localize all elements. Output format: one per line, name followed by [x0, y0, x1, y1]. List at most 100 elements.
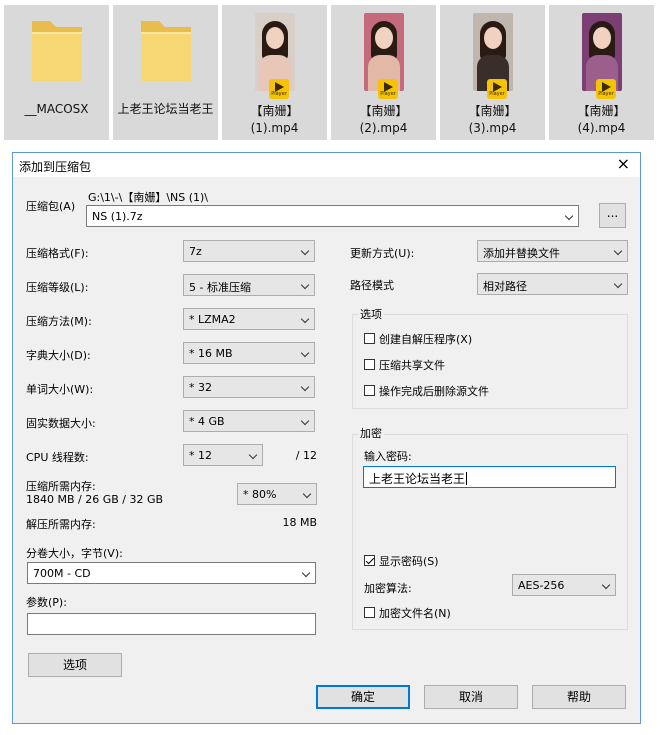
mem-usage-select[interactable]: * 80%	[237, 483, 317, 505]
delete-after-label: 操作完成后删除源文件	[379, 385, 489, 398]
folder-icon	[141, 21, 191, 81]
file-name: __MACOSX	[24, 102, 89, 116]
archive-path: G:\1\-\【南姗】\NS (1)\	[88, 191, 209, 204]
path-mode-label: 路径模式	[350, 279, 394, 292]
dict-value: * 16 MB	[189, 347, 233, 360]
sfx-label: 创建自解压程序(X)	[379, 333, 473, 346]
mem-compress-detail: 1840 MB / 26 GB / 32 GB	[26, 493, 164, 506]
level-value: 5 - 标准压缩	[189, 281, 251, 294]
password-label: 输入密码:	[364, 450, 412, 463]
player-badge-icon: Player	[596, 79, 616, 99]
encryption-method-value: AES-256	[518, 579, 565, 592]
file-name-line1: 【南姗】	[468, 104, 517, 118]
file-item-folder[interactable]: 上老王论坛当老王	[113, 5, 218, 140]
shared-files-label: 压缩共享文件	[379, 359, 445, 372]
chevron-down-icon	[248, 450, 258, 460]
file-name-line2: (3).mp4	[468, 121, 517, 135]
options-button[interactable]: 选项	[28, 653, 122, 677]
threads-select[interactable]: * 12	[183, 444, 263, 466]
password-input[interactable]: 上老王论坛当老王	[363, 466, 616, 488]
volume-combo[interactable]: 700M - CD	[27, 562, 316, 584]
cancel-button[interactable]: 取消	[424, 685, 518, 709]
dict-label: 字典大小(D):	[26, 349, 91, 362]
path-mode-select[interactable]: 相对路径	[477, 273, 628, 295]
file-item-macosx[interactable]: __MACOSX	[4, 5, 109, 140]
options-group-title: 选项	[358, 306, 384, 322]
threads-label: CPU 线程数:	[26, 451, 89, 464]
format-label: 压缩格式(F):	[26, 247, 89, 260]
file-name-line1: 【南姗】	[359, 104, 408, 118]
chevron-down-icon	[300, 416, 310, 426]
update-mode-label: 更新方式(U):	[350, 247, 415, 260]
player-badge-icon: Player	[269, 79, 289, 99]
archive-label: 压缩包(A)	[26, 200, 76, 213]
show-password-label: 显示密码(S)	[379, 555, 439, 568]
help-button[interactable]: 帮助	[532, 685, 626, 709]
chevron-down-icon	[613, 279, 623, 289]
mem-decompress-value: 18 MB	[282, 516, 317, 529]
file-name-line2: (1).mp4	[250, 121, 299, 135]
file-name-line1: 【南姗】	[577, 104, 626, 118]
format-value: 7z	[189, 245, 202, 258]
params-label: 参数(P):	[26, 596, 67, 609]
threads-max: / 12	[295, 449, 317, 462]
mem-decompress-label: 解压所需内存:	[26, 518, 96, 531]
path-mode-value: 相对路径	[483, 280, 527, 293]
chevron-down-icon	[300, 246, 310, 256]
chevron-down-icon	[601, 580, 611, 590]
archive-name-combo[interactable]: NS (1).7z	[86, 205, 579, 227]
player-badge-icon: Player	[487, 79, 507, 99]
threads-value: * 12	[189, 449, 212, 462]
file-name: 上老王论坛当老王	[117, 102, 214, 116]
chevron-down-icon	[301, 568, 311, 578]
title-bar[interactable]: 添加到压缩包 ×	[13, 153, 640, 177]
mem-compress-label: 压缩所需内存:	[26, 480, 96, 493]
update-mode-select[interactable]: 添加并替换文件	[477, 240, 628, 262]
method-label: 压缩方法(M):	[26, 315, 92, 328]
solid-value: * 4 GB	[189, 415, 225, 428]
delete-after-checkbox[interactable]	[364, 385, 375, 396]
solid-select[interactable]: * 4 GB	[183, 410, 315, 432]
show-password-checkbox[interactable]	[364, 555, 375, 566]
chevron-down-icon	[564, 211, 574, 221]
file-name-line2: (2).mp4	[359, 121, 408, 135]
encrypt-names-label: 加密文件名(N)	[379, 607, 451, 620]
chevron-down-icon	[302, 489, 312, 499]
method-value: * LZMA2	[189, 313, 236, 326]
solid-label: 固实数据大小:	[26, 417, 96, 430]
close-icon[interactable]: ×	[617, 155, 630, 173]
encryption-group-title: 加密	[358, 425, 384, 441]
params-input[interactable]	[27, 613, 316, 635]
ok-button[interactable]: 确定	[316, 685, 410, 709]
file-item-video-2[interactable]: Player 【南姗】 (2).mp4	[331, 5, 436, 140]
volume-value: 700M - CD	[33, 567, 91, 580]
archive-name-value: NS (1).7z	[92, 210, 143, 223]
chevron-down-icon	[613, 246, 623, 256]
word-label: 单词大小(W):	[26, 383, 94, 396]
file-name-line1: 【南姗】	[250, 104, 299, 118]
word-select[interactable]: * 32	[183, 376, 315, 398]
shared-files-checkbox[interactable]	[364, 359, 375, 370]
format-select[interactable]: 7z	[183, 240, 315, 262]
level-label: 压缩等级(L):	[26, 281, 89, 294]
add-to-archive-dialog: 添加到压缩包 × 压缩包(A) G:\1\-\【南姗】\NS (1)\ NS (…	[12, 152, 641, 724]
update-mode-value: 添加并替换文件	[483, 247, 560, 260]
chevron-down-icon	[300, 280, 310, 290]
method-select[interactable]: * LZMA2	[183, 308, 315, 330]
encryption-method-label: 加密算法:	[364, 582, 412, 595]
encrypt-names-checkbox[interactable]	[364, 607, 375, 618]
file-name-line2: (4).mp4	[577, 121, 626, 135]
dict-select[interactable]: * 16 MB	[183, 342, 315, 364]
sfx-checkbox[interactable]	[364, 333, 375, 344]
chevron-down-icon	[300, 348, 310, 358]
mem-usage-value: * 80%	[243, 488, 277, 501]
file-item-video-4[interactable]: Player 【南姗】 (4).mp4	[549, 5, 654, 140]
chevron-down-icon	[300, 382, 310, 392]
browse-button[interactable]: ...	[599, 203, 626, 228]
file-item-video-3[interactable]: Player 【南姗】 (3).mp4	[440, 5, 545, 140]
level-select[interactable]: 5 - 标准压缩	[183, 274, 315, 296]
file-item-video-1[interactable]: Player 【南姗】 (1).mp4	[222, 5, 327, 140]
password-value: 上老王论坛当老王	[369, 472, 468, 486]
encryption-method-select[interactable]: AES-256	[512, 574, 616, 596]
chevron-down-icon	[300, 314, 310, 324]
